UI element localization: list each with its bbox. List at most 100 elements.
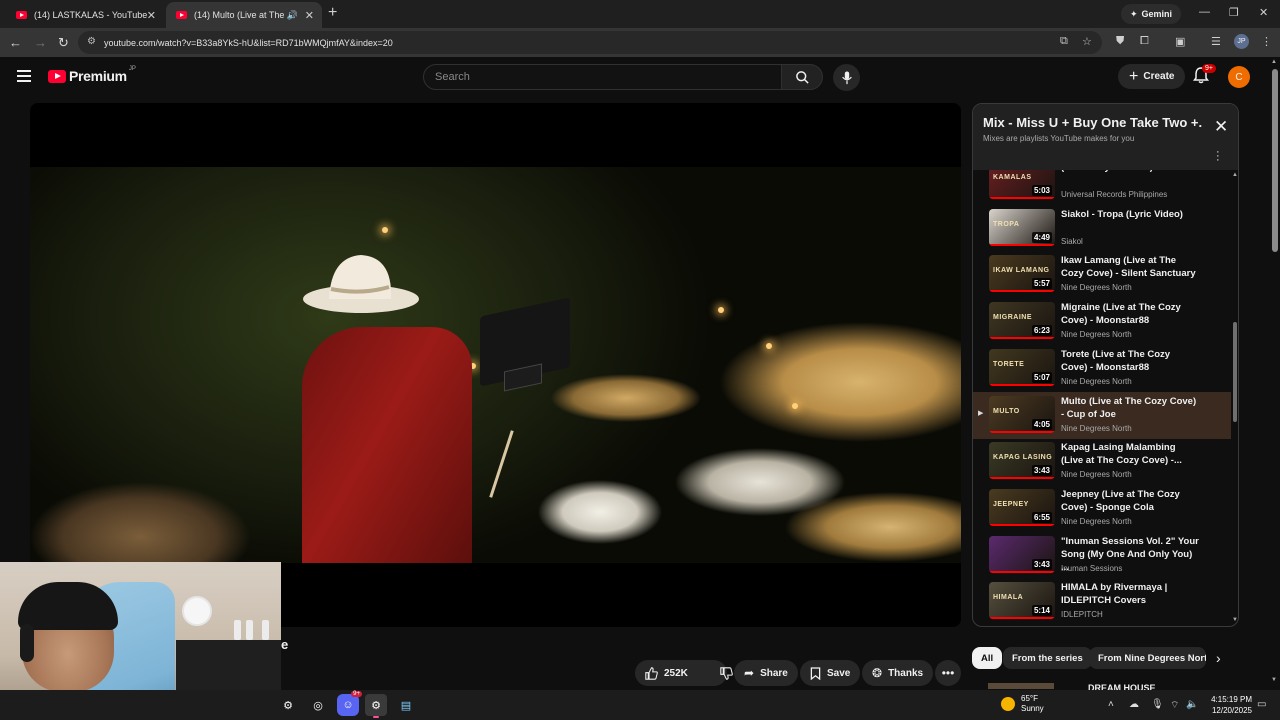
search-button[interactable] [781, 64, 823, 90]
playlist-item[interactable]: KAPAG LASING 3:43 Kapag Lasing Malambing (… [973, 438, 1231, 485]
chip-from-nine-degrees-north[interactable]: From Nine Degrees North [1089, 647, 1206, 669]
chevron-up-icon[interactable]: ˄ [1108, 699, 1114, 710]
voice-search-button[interactable] [833, 64, 860, 91]
notepad-icon[interactable]: ▤ [395, 694, 417, 716]
close-tab-icon[interactable]: ✕ [147, 9, 156, 22]
playlist-item-channel: IDLEPITCH [1061, 610, 1103, 620]
close-tab-icon[interactable]: ✕ [305, 9, 314, 22]
video-thumbnail[interactable]: TROPA 4:49 [989, 208, 1055, 246]
video-thumbnail[interactable]: TORETE 5:07 [989, 348, 1055, 386]
duration-badge: 5:03 [1031, 185, 1052, 196]
duration-badge: 6:55 [1031, 511, 1052, 523]
url-field[interactable]: ⚙ youtube.com/watch?v=B33a8YkS-hU&list=R… [78, 31, 1102, 54]
speaker-icon[interactable]: 🔊 [287, 10, 298, 21]
video-thumbnail[interactable]: KAMALAS 5:03 [989, 170, 1055, 199]
video-thumbnail[interactable]: HIMALA 5:14 [989, 582, 1055, 620]
playlist-item[interactable]: HIMALA 5:14 HIMALA by Rivermaya | IDLEPITC… [973, 578, 1231, 625]
thanks-button[interactable]: ❂ Thanks [862, 660, 934, 686]
volume-icon[interactable]: 🔈 [1186, 699, 1198, 710]
duration-badge: 5:07 [1031, 371, 1052, 383]
save-button[interactable]: Save [800, 660, 861, 686]
watched-progress-bar [989, 337, 1055, 340]
notification-center-icon[interactable]: ▭ [1257, 699, 1266, 710]
playlist-item[interactable]: KAMALAS 5:03 (Official Lyric Video) Univers… [973, 170, 1231, 205]
video-thumbnail[interactable]: 3:43 [989, 535, 1055, 573]
close-icon[interactable]: ✕ [1214, 117, 1228, 137]
chevron-right-icon[interactable]: › [1216, 650, 1221, 666]
gemini-button[interactable]: ✦ Gemini [1121, 4, 1182, 24]
headphone [20, 624, 34, 662]
video-player[interactable] [30, 103, 961, 627]
more-vertical-icon[interactable]: · · · [1216, 147, 1220, 166]
mix-playlist-panel: Mix - Miss U + Buy One Take Two +... Mix… [972, 103, 1239, 627]
network-icon[interactable]: ☁ [1129, 699, 1139, 710]
install-app-icon[interactable]: ⧉ [1060, 35, 1068, 48]
weather-widget[interactable]: 65°F Sunny [1001, 694, 1044, 714]
browser-menu-icon[interactable]: ⋮ [1261, 35, 1272, 48]
chip-all[interactable]: All [972, 647, 1003, 669]
wifi-icon[interactable]: ⌔ [1170, 699, 1179, 712]
account-avatar[interactable]: C [1228, 66, 1250, 88]
playlist-item[interactable]: IKAW LAMANG 5:57 Ikaw Lamang (Live at The … [973, 251, 1231, 298]
back-icon[interactable]: ← [9, 35, 22, 50]
search-input[interactable]: Search [423, 64, 782, 90]
share-button[interactable]: ➦ Share [734, 660, 798, 686]
more-actions-button[interactable]: ••• [935, 660, 961, 686]
notifications-button[interactable]: 9+ [1193, 64, 1216, 89]
playlist-item-channel: Nine Degrees North [1061, 376, 1132, 386]
shield-icon[interactable]: ⛊ [1116, 35, 1124, 48]
microphone-icon[interactable]: 🎙 [1151, 699, 1164, 710]
system-clock[interactable]: 4:15:19 PM 12/20/2025 [1202, 694, 1252, 716]
split-view-icon[interactable]: ▣ [1175, 35, 1185, 48]
playlist-item[interactable]: MIGRAINE 6:23 Migraine (Live at The Cozy C… [973, 298, 1231, 345]
menu-icon[interactable] [17, 70, 31, 82]
playlist-item-title: (Official Lyric Video) [1061, 170, 1199, 174]
reload-icon[interactable]: ↻ [58, 35, 69, 51]
like-count: 252K [664, 667, 688, 679]
playlist-item[interactable]: Noel Palomo and Repakol [973, 625, 1231, 626]
chip-from-the-series[interactable]: From the series [1003, 647, 1092, 669]
create-button[interactable]: + Create [1118, 64, 1186, 89]
tab-search-icon[interactable]: ☰ [1211, 35, 1221, 48]
youtube-premium-logo[interactable]: Premium JP [48, 66, 136, 84]
browser-tab[interactable]: (14) LASTKALAS - YouTube ✕ [6, 2, 164, 28]
scroll-up-arrow-icon[interactable]: ▲ [1271, 59, 1277, 65]
like-button[interactable]: 252K [635, 660, 698, 686]
video-thumbnail[interactable]: KAPAG LASING 3:43 [989, 442, 1055, 480]
site-info-icon[interactable]: ⚙ [87, 36, 96, 47]
scroll-down-arrow-icon[interactable]: ▼ [1232, 617, 1238, 623]
playlist-item[interactable]: TORETE 5:07 Torete (Live at The Cozy Cove)… [973, 345, 1231, 392]
forward-icon[interactable]: → [34, 35, 47, 50]
browser-profile-avatar[interactable]: JP [1234, 34, 1249, 49]
playlist-scrollbar[interactable]: ▲ ▼ [1232, 170, 1238, 626]
video-thumbnail[interactable]: IKAW LAMANG 5:57 [989, 255, 1055, 293]
playlist-item-current[interactable]: ▶ MULTO 4:05 Multo (Live at The Cozy Cove) … [973, 391, 1231, 439]
url-text: youtube.com/watch?v=B33a8YkS-hU&list=RD7… [104, 37, 393, 48]
playlist-title[interactable]: Mix - Miss U + Buy One Take Two +... [983, 115, 1203, 130]
playlist-item[interactable]: 3:43 "Inuman Sessions Vol. 2" Your Song (… [973, 532, 1231, 579]
video-thumbnail[interactable]: MULTO 4:05 [989, 395, 1055, 433]
app-icon[interactable]: ◎ [307, 694, 329, 716]
page-scrollbar[interactable]: ▲ ▼ [1270, 57, 1280, 690]
scroll-thumb[interactable] [1233, 322, 1237, 422]
restore-icon[interactable]: ❐ [1229, 6, 1239, 19]
video-thumbnail[interactable]: MIGRAINE 6:23 [989, 302, 1055, 340]
playlist-item[interactable]: JEEPNEY 6:55 Jeepney (Live at The Cozy Cov… [973, 485, 1231, 532]
new-tab-button[interactable]: + [328, 4, 337, 22]
bookmark-star-icon[interactable]: ☆ [1082, 35, 1092, 48]
extensions-icon[interactable]: ⧠ [1140, 35, 1149, 48]
scroll-up-arrow-icon[interactable]: ▲ [1232, 172, 1238, 178]
video-thumbnail[interactable]: JEEPNEY 6:55 [989, 488, 1055, 526]
discord-icon[interactable]: ☺ 9+ [337, 691, 362, 716]
next-video-thumbnail[interactable] [988, 683, 1054, 689]
watched-progress-bar [989, 383, 1055, 386]
steam-active-icon[interactable]: ⚙ [365, 694, 387, 718]
playlist-item[interactable]: TROPA 4:49 Siakol - Tropa (Lyric Video) Sia… [973, 205, 1231, 252]
scroll-thumb[interactable] [1272, 69, 1278, 252]
minimize-icon[interactable]: — [1199, 6, 1210, 18]
browser-tab-active[interactable]: (14) Multo (Live at The Cozy 🔊 ✕ [166, 2, 322, 28]
close-window-icon[interactable]: ✕ [1259, 6, 1268, 19]
steam-icon[interactable]: ⚙ [277, 694, 299, 716]
scroll-down-arrow-icon[interactable]: ▼ [1271, 677, 1277, 683]
playlist-item-title: Siakol - Tropa (Lyric Video) [1061, 208, 1183, 220]
